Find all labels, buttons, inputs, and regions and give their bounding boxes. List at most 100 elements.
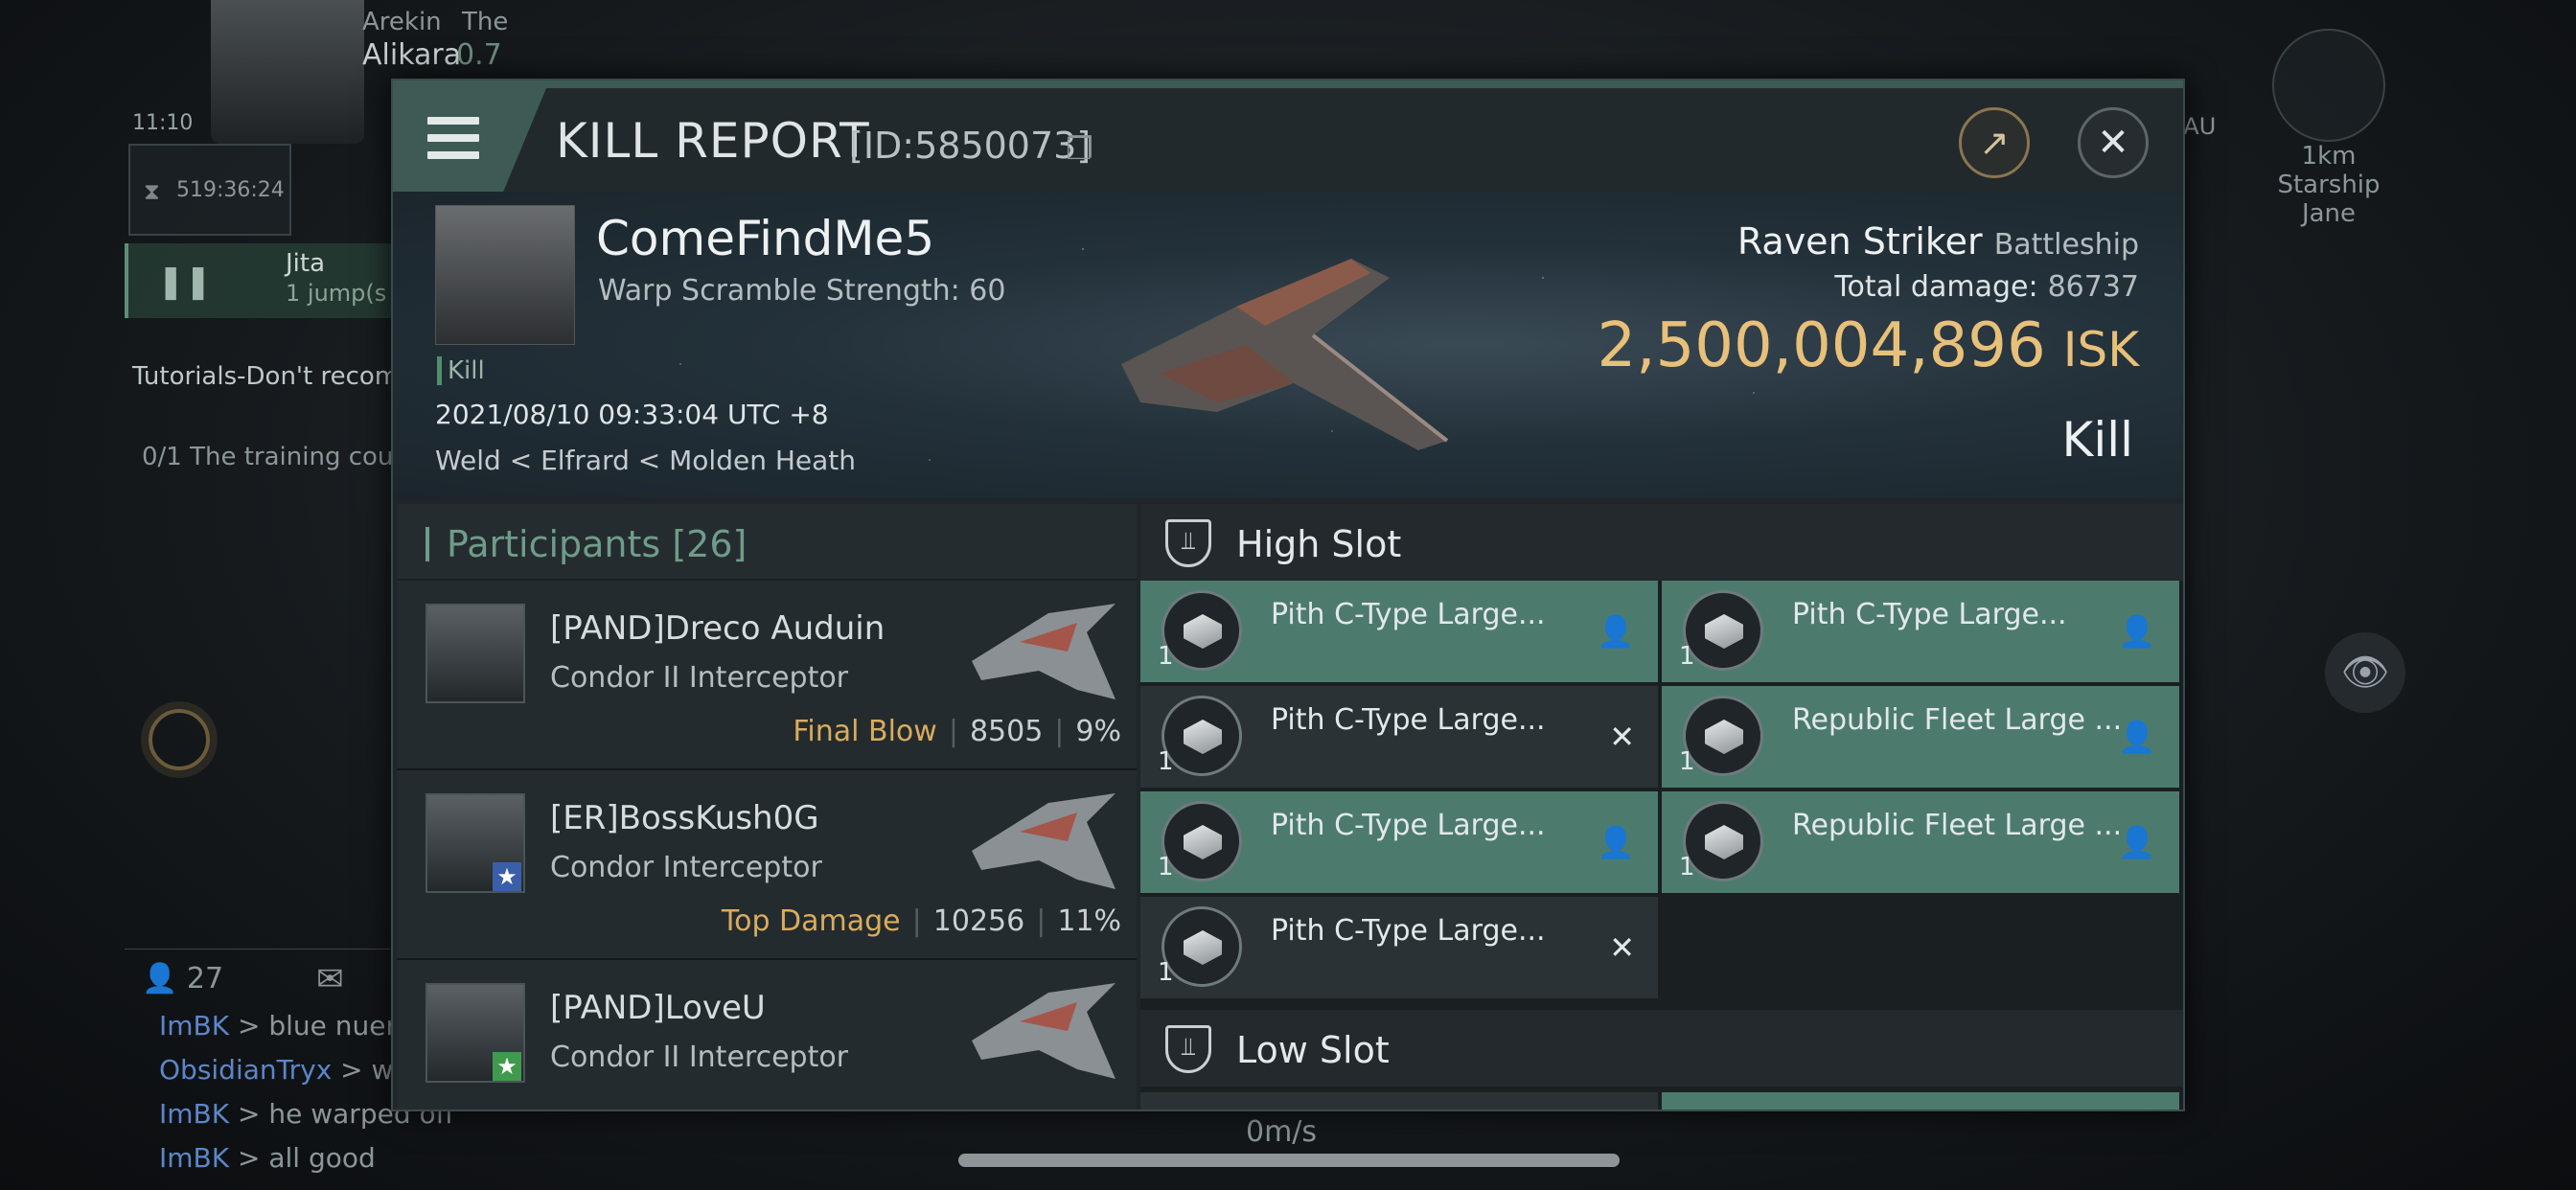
star-badge-icon: ★ — [493, 1052, 521, 1081]
chat-member-count[interactable]: 👤 27 — [142, 962, 223, 995]
module-icon — [1162, 906, 1242, 987]
starship-label: Starship — [2277, 171, 2380, 199]
destroyed-x-icon: ✕ — [1609, 719, 1635, 755]
high-slot-grid: 1 Pith C-Type Large... 👤 1 Pith C-Type L… — [1140, 581, 2183, 1010]
item-quantity: 1 — [1679, 642, 1695, 671]
high-slot-header: ⫫ High Slot — [1140, 504, 2183, 581]
slot-item[interactable]: 1 Pith C-Type Large... 👤 — [1140, 791, 1658, 893]
chat-sender[interactable]: ImBK — [159, 1098, 229, 1130]
starship-distance: 1km — [2301, 142, 2357, 171]
dropped-person-icon: 👤 — [1597, 613, 1635, 650]
chat-message: > w — [332, 1054, 394, 1086]
item-name: Pith C-Type Large... — [1271, 809, 1546, 842]
copy-icon[interactable]: ❐ — [1066, 130, 1093, 167]
item-name: Pith C-Type Large... — [1271, 598, 1546, 631]
victim-avatar[interactable] — [435, 205, 575, 345]
page-title: KILL REPORT — [556, 113, 870, 169]
module-icon — [1162, 696, 1242, 776]
low-slot-icon: ⫫ — [1165, 1025, 1211, 1073]
module-icon — [1162, 590, 1242, 671]
tutorial-title[interactable]: Tutorials-Don't recom — [132, 362, 399, 391]
slot-item[interactable] — [1140, 1092, 1658, 1110]
participant-tag: Top Damage — [721, 904, 901, 938]
pilot-corp: The — [462, 8, 509, 36]
report-id: [ID:5850073] — [849, 125, 1092, 167]
item-quantity: 1 — [1158, 642, 1174, 671]
participant-row[interactable]: ★ [ER]BossKush0G Condor Interceptor Top … — [397, 770, 1137, 960]
tutorial-step[interactable]: 0/1 The training cou — [142, 443, 393, 471]
slot-item[interactable]: 1 Republic Fleet Large ... 👤 — [1662, 686, 2179, 788]
overview-item-starship[interactable]: 1km Starship Jane — [2269, 29, 2388, 228]
total-damage-value: 86737 — [2047, 270, 2139, 304]
chat-line: ObsidianTryx > w — [159, 1054, 393, 1086]
kill-report-header: KILL REPORT [ID:5850073] ❐ ↗ ✕ — [393, 88, 2183, 192]
participant-row[interactable]: [PAND]Dreco Auduin Condor II Interceptor… — [397, 581, 1137, 770]
star-badge-icon: ★ — [493, 862, 521, 891]
header-accent-bar — [426, 527, 429, 561]
avatar[interactable] — [426, 604, 525, 703]
chat-line: ImBK > all good — [159, 1142, 376, 1174]
ship-name-text: Raven Striker — [1736, 220, 1983, 263]
item-quantity: 1 — [1679, 747, 1695, 776]
kill-location[interactable]: Weld < Elfrard < Molden Heath — [435, 445, 856, 476]
mail-icon[interactable]: ✉ — [316, 960, 344, 998]
victim-ship-image[interactable] — [1102, 220, 1466, 469]
participant-tag: Final Blow — [793, 715, 937, 748]
participants-label: Participants — [447, 523, 661, 565]
participant-name: [ER]BossKush0G — [550, 799, 819, 837]
dropped-person-icon: 👤 — [2118, 719, 2156, 755]
item-name: Pith C-Type Large... — [1792, 598, 2067, 631]
victim-warp-scramble: Warp Scramble Strength: 60 — [598, 274, 1006, 308]
participant-ship-image — [972, 793, 1116, 889]
slot-item[interactable]: 1 Republic Fleet Large ... 👤 — [1662, 791, 2179, 893]
participant-ship: Condor II Interceptor — [550, 661, 849, 695]
dropped-person-icon: 👤 — [1597, 824, 1635, 860]
isk-value: 2,500,004,896 ISK — [1598, 310, 2140, 381]
autopilot-route[interactable]: ❚❚ Jita 1 jump(s — [125, 243, 402, 318]
slot-item[interactable]: 1 Pith C-Type Large... ✕ — [1140, 686, 1658, 788]
low-slot-label: Low Slot — [1236, 1029, 1390, 1071]
eye-icon[interactable]: 👁 — [2325, 632, 2405, 713]
close-button[interactable]: ✕ — [2078, 107, 2149, 178]
target-icon[interactable] — [149, 709, 210, 770]
item-name: Republic Fleet Large ... — [1792, 809, 2123, 842]
chat-sender[interactable]: ImBK — [159, 1010, 229, 1041]
kill-report-panel: KILL REPORT [ID:5850073] ❐ ↗ ✕ Kill Come… — [391, 79, 2185, 1111]
chat-line: ImBK > blue nuer — [159, 1010, 397, 1041]
timer-value: 519:36:24 — [176, 178, 285, 202]
ship-name[interactable]: Raven Striker Battleship — [1737, 220, 2139, 263]
close-icon: ✕ — [2097, 121, 2129, 165]
participant-name: [PAND]Dreco Auduin — [550, 609, 886, 648]
fitting-slots-panel: ⫫ High Slot 1 Pith C-Type Large... 👤 1 P… — [1140, 504, 2183, 1110]
victim-banner: Kill ComeFindMe5 Warp Scramble Strength:… — [393, 192, 2183, 498]
slot-item[interactable] — [1662, 1092, 2179, 1110]
participant-ship: Condor II Interceptor — [550, 1041, 849, 1074]
victim-name[interactable]: ComeFindMe5 — [596, 211, 934, 266]
hourglass-icon: ⧗ — [144, 178, 160, 205]
participants-header: Participants [26] — [397, 504, 1137, 581]
item-name: Pith C-Type Large... — [1271, 914, 1546, 948]
share-button[interactable]: ↗ — [1959, 107, 2030, 178]
home-indicator[interactable] — [958, 1154, 1620, 1167]
participant-damage: 8505 — [969, 715, 1044, 748]
item-quantity: 1 — [1158, 958, 1174, 987]
total-damage: Total damage: 86737 — [1834, 270, 2139, 304]
participant-name: [PAND]LoveU — [550, 989, 766, 1027]
chat-sender[interactable]: ImBK — [159, 1142, 229, 1174]
skill-timer[interactable]: ⧗ 519:36:24 — [128, 144, 291, 236]
external-link-icon: ↗ — [1979, 122, 2010, 164]
slot-item[interactable]: 1 Pith C-Type Large... 👤 — [1662, 581, 2179, 682]
participants-title: Participants [26] — [447, 523, 747, 565]
participant-damage: 10256 — [932, 904, 1025, 938]
pilot-portrait[interactable] — [211, 0, 364, 144]
chat-sender[interactable]: ObsidianTryx — [159, 1054, 332, 1086]
participant-row[interactable]: ★ [PAND]LoveU Condor II Interceptor — [397, 960, 1137, 1110]
total-damage-label: Total damage: — [1834, 270, 2038, 304]
participant-ship-image — [972, 983, 1116, 1079]
menu-button[interactable] — [393, 88, 546, 192]
participant-damage-pct: 11% — [1057, 904, 1121, 938]
slot-item[interactable]: 1 Pith C-Type Large... ✕ — [1140, 897, 1658, 998]
slot-item[interactable]: 1 Pith C-Type Large... 👤 — [1140, 581, 1658, 682]
pause-icon[interactable]: ❚❚ — [157, 263, 212, 301]
participants-panel: Participants [26] [PAND]Dreco Auduin Con… — [397, 504, 1137, 1110]
